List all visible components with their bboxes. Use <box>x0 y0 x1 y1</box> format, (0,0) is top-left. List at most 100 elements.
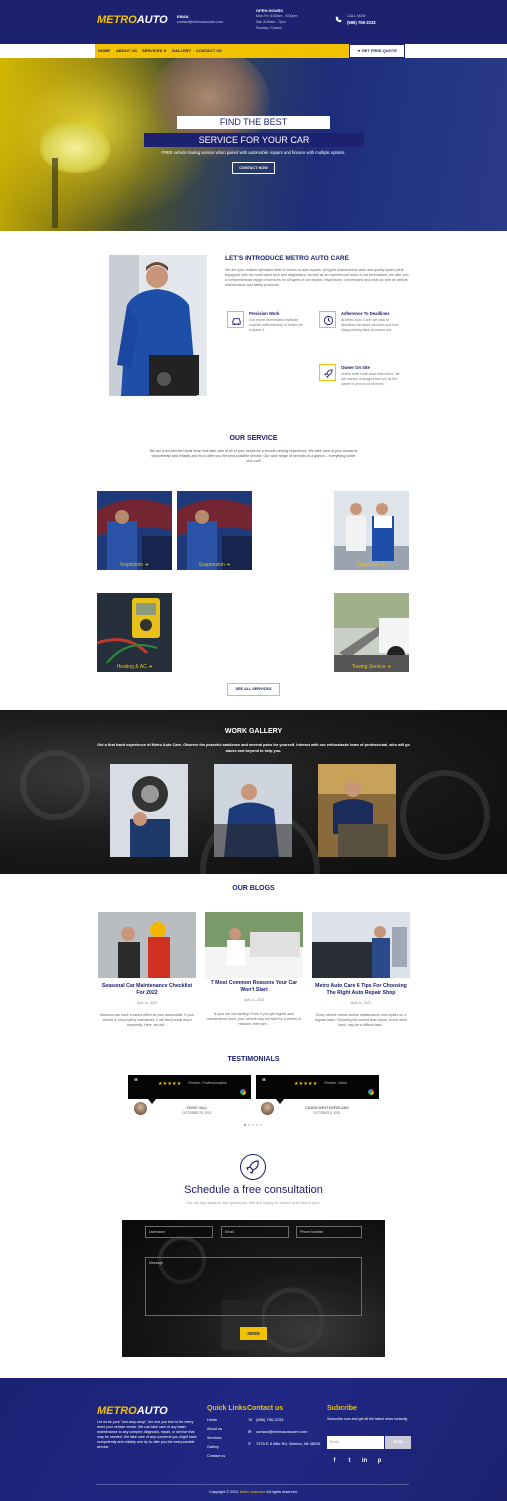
call-number[interactable]: (586) 756-2233 <box>347 20 376 25</box>
footer-link-about[interactable]: About us <box>207 1427 222 1431</box>
testimonial-text: Positive: Professionalism <box>188 1081 227 1085</box>
gear-decoration <box>400 770 490 860</box>
upgrades-image <box>334 491 409 570</box>
blog-title-2[interactable]: 7 Most Common Reasons Your Car Won't Sta… <box>204 980 304 994</box>
contact-now-button[interactable]: CONTACT NOW <box>232 162 275 174</box>
blog-image-3[interactable] <box>312 912 410 978</box>
google-icon <box>368 1089 374 1095</box>
intro-title: LET'S INTRODUCE METRO AUTO CARE <box>225 255 349 262</box>
footer-logo[interactable]: METROAUTO <box>97 1405 168 1417</box>
blogs-title: OUR BLOGS <box>232 885 275 892</box>
gallery-image-1[interactable] <box>110 764 188 857</box>
subscribe-text: Subscribe now and get all the latest new… <box>327 1417 408 1421</box>
carousel-dot[interactable] <box>256 1124 258 1126</box>
gear-decoration <box>20 750 90 820</box>
schedule-subtitle: Do not shy away to ask questions. We are… <box>187 1200 320 1205</box>
car-icon <box>227 311 244 328</box>
chevron-down-icon[interactable]: ▾ <box>164 48 166 53</box>
service-card-heating-ac[interactable]: Heating & AC ➜ <box>97 593 172 672</box>
towing-image <box>334 593 409 672</box>
username-input[interactable]: Username <box>145 1226 213 1238</box>
service-card-upgrades[interactable]: Upgrades ➜ <box>334 491 409 570</box>
footer-phone[interactable]: (586) 756-2233 <box>256 1417 283 1422</box>
see-all-services-button[interactable]: SEE ALL SERVICES <box>227 683 280 696</box>
arrow-right-icon: ➜ <box>380 562 386 568</box>
phone-icon: ☏ <box>248 1417 254 1422</box>
service-label: Towing Service <box>351 664 386 670</box>
gallery-image-3[interactable] <box>318 764 396 857</box>
copyright: Copyright © 2021 Metro Autocare All righ… <box>209 1490 298 1494</box>
schedule-title: Schedule a free consultation <box>184 1184 323 1196</box>
footer-divider <box>96 1484 409 1485</box>
service-card-inspection[interactable]: Inspection ➜ <box>97 491 172 570</box>
feature-owner-text: Unlike multi chain auto franchises, we a… <box>341 372 400 386</box>
footer-link-gallery[interactable]: Gallery <box>207 1445 219 1449</box>
footer-link-services[interactable]: Services <box>207 1436 222 1440</box>
carousel-dot[interactable] <box>252 1124 254 1126</box>
email-input[interactable]: Email <box>221 1226 289 1238</box>
avatar <box>134 1102 147 1115</box>
inspection-image <box>97 491 172 570</box>
service-label: Heating & AC <box>116 664 147 670</box>
carousel-dot[interactable] <box>260 1124 262 1126</box>
arrow-right-icon: ➜ <box>226 562 231 568</box>
carousel-dot[interactable] <box>244 1124 246 1126</box>
subscribe-send-button[interactable]: SEND <box>385 1436 411 1449</box>
consultation-form: Username Email Phone Number Message SEND <box>122 1220 385 1357</box>
footer-about-text: Let us be your "one-stop-shop", the one … <box>97 1420 197 1449</box>
avatar <box>261 1102 274 1115</box>
testimonial-card-2: “ ★★★★★ Positive: Value <box>256 1075 379 1099</box>
nav-home[interactable]: HOME <box>98 48 110 53</box>
service-label: Inspection <box>120 562 144 568</box>
carousel-dot[interactable] <box>248 1124 250 1126</box>
site-logo[interactable]: METROAUTO <box>97 14 168 26</box>
get-free-quote-button[interactable]: ➜ GET FREE QUOTE <box>349 44 405 58</box>
intro-text: We are your reliable specialist when it … <box>225 268 409 287</box>
services-description: We are a full-service repair shop that t… <box>149 449 358 463</box>
gallery-image-2[interactable] <box>214 764 292 857</box>
email-value[interactable]: contact@metroautocare.com <box>177 20 223 25</box>
hours-line-3: Sunday: Closed <box>256 26 282 30</box>
nav-services[interactable]: SERVICES <box>142 48 162 53</box>
service-card-suspension[interactable]: Suspension ➜ <box>177 491 252 570</box>
intro-mechanic-image <box>109 255 207 396</box>
pinterest-icon[interactable]: p <box>375 1457 384 1466</box>
blog-date-2: April 14, 2022 <box>243 998 265 1002</box>
blog-date-1: April 14, 2022 <box>136 1001 158 1005</box>
footer-email[interactable]: contact@metroautocare.com <box>256 1429 307 1434</box>
arrow-right-icon: ➜ <box>148 664 153 670</box>
arrow-right-icon: ➜ <box>144 562 149 568</box>
subscribe-email-input[interactable]: Email <box>327 1436 384 1449</box>
arrow-right-icon: ➜ <box>386 664 392 670</box>
arrow-right-icon: ➜ <box>357 48 361 53</box>
hours-line-2: Sat: 8:00am - 3pm <box>256 20 286 24</box>
testimonial-date: OCTOBER 5, 2021 <box>313 1111 341 1115</box>
footer-link-contact[interactable]: Contact us <box>207 1454 225 1458</box>
service-card-towing[interactable]: Towing Service ➜ <box>334 593 409 672</box>
quick-links-title: Quick Links <box>207 1405 247 1412</box>
gallery-title: WORK GALLERY <box>224 728 283 735</box>
blog-title-3[interactable]: Metro Auto Care 6 Tips For Choosing The … <box>311 983 411 997</box>
linkedin-icon[interactable]: in <box>360 1457 369 1466</box>
blog-title-1[interactable]: Seasonal Car Maintenance Checklist For 2… <box>97 983 197 997</box>
nav-contact[interactable]: CONTACT US <box>196 48 222 53</box>
facebook-icon[interactable]: f <box>330 1457 339 1466</box>
top-header: METROAUTO EMAIL contact@metroautocare.co… <box>0 0 507 44</box>
phone-input[interactable]: Phone Number <box>296 1226 362 1238</box>
footer-address: 7575 E 8 Mile Rd, Warren, MI 48091 <box>256 1441 321 1446</box>
google-icon <box>240 1089 246 1095</box>
nav-gallery[interactable]: GALLERY <box>172 48 191 53</box>
blog-image-1[interactable] <box>98 912 196 978</box>
twitter-icon[interactable]: t <box>345 1457 354 1466</box>
nav-about[interactable]: ABOUT US <box>116 48 137 53</box>
phone-icon <box>335 16 342 23</box>
blog-image-2[interactable] <box>205 912 303 978</box>
wrench-image <box>52 158 58 228</box>
copyright-brand[interactable]: Metro Autocare <box>240 1490 266 1494</box>
blog-text-1: Seasons can have a varied effect on your… <box>99 1013 195 1027</box>
email-label: EMAIL <box>177 14 190 19</box>
message-textarea[interactable]: Message <box>145 1257 362 1316</box>
testimonial-name: CEARA WESTMORELAND <box>305 1106 349 1110</box>
send-button[interactable]: SEND <box>240 1327 267 1340</box>
footer-link-home[interactable]: Home <box>207 1418 217 1422</box>
